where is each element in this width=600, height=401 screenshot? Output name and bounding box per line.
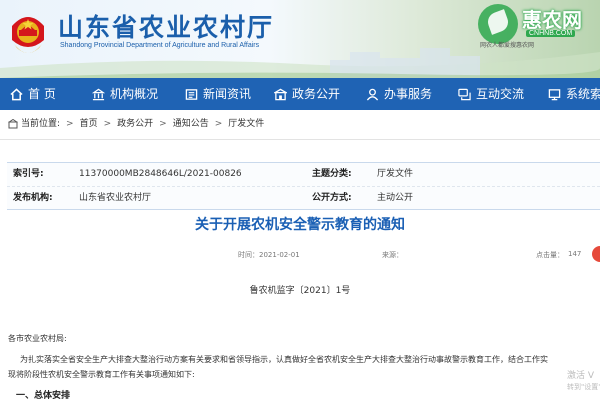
info-row: 索引号: 11370000MB2848646L/2021-00826 主题分类:… <box>7 163 600 186</box>
site-subtitle: Shandong Provincial Department of Agricu… <box>60 42 260 49</box>
watermark-logo: 惠农网 CNHNB.COM 网农人都爱搜惠农网 <box>478 2 600 49</box>
gov-affairs-icon <box>274 88 287 100</box>
watermark-tagline: 网农人都爱搜惠农网 <box>480 42 535 49</box>
publisher-value: 山东省农业农村厅 <box>79 193 152 203</box>
breadcrumb-link-dept-documents[interactable]: 厅发文件 <box>228 116 264 132</box>
nav-item-home[interactable]: 首 页 <box>10 78 56 110</box>
index-number-key: 索引号: <box>13 169 44 179</box>
document-info-table: 索引号: 11370000MB2848646L/2021-00826 主题分类:… <box>7 162 600 210</box>
nav-label: 首 页 <box>28 87 56 101</box>
info-row: 发布机构: 山东省农业农村厅 公开方式: 主动公开 <box>7 186 600 210</box>
location-icon <box>8 119 18 129</box>
nav-label: 新闻资讯 <box>203 87 252 101</box>
home-icon <box>10 87 23 100</box>
body-paragraph-line: 为扎实落实全省安全生产大排查大整治行动方案有关要求和省领导指示，认真做好全省农机… <box>20 355 548 364</box>
nav-item-news[interactable]: 新闻资讯 <box>185 78 251 110</box>
document-number: 鲁农机监字〔2021〕1号 <box>249 286 351 296</box>
article-views-label: 点击量： <box>536 251 564 259</box>
disclosure-method-value: 主动公开 <box>377 193 414 203</box>
breadcrumb: 当前位置: > 首页 > 政务公开 > 通知公告 > 厅发文件 <box>8 116 264 132</box>
disclosure-method-key: 公开方式: <box>312 193 352 203</box>
watermark-brand: 惠农网 <box>522 8 582 32</box>
breadcrumb-link-notices[interactable]: 通知公告 <box>173 116 209 132</box>
nav-label: 政务公开 <box>292 87 341 101</box>
article-date: 时间：2021-02-01 <box>238 251 300 259</box>
recipient-line: 各市农业农村局: <box>8 334 67 343</box>
breadcrumb-separator: > <box>66 119 74 129</box>
activation-watermark: 激活 V <box>567 371 595 381</box>
activation-watermark: 转到"设置" <box>567 383 600 391</box>
index-number-value: 11370000MB2848646L/2021-00826 <box>79 169 242 179</box>
nav-item-gov-affairs[interactable]: 政务公开 <box>274 78 340 110</box>
section-heading: 一、总体安排 <box>16 391 71 401</box>
nav-label: 机构概况 <box>110 87 159 101</box>
breadcrumb-separator: > <box>103 119 112 129</box>
breadcrumb-separator: > <box>159 119 167 129</box>
publisher-key: 发布机构: <box>13 193 53 203</box>
breadcrumb-divider <box>0 139 600 140</box>
breadcrumb-link-gov-affairs[interactable]: 政务公开 <box>117 116 153 132</box>
article-views: 147 <box>568 250 582 258</box>
topic-category-key: 主题分类: <box>312 169 352 179</box>
breadcrumb-label: 当前位置: <box>21 119 61 129</box>
news-icon <box>185 88 198 100</box>
site-title: 山东省农业农村厅 <box>58 13 275 42</box>
nav-label: 办事服务 <box>384 87 433 101</box>
article-source: 来源： <box>382 251 403 259</box>
article-title: 关于开展农机安全警示教育的通知 <box>195 217 405 233</box>
nav-label: 互动交流 <box>476 87 525 101</box>
notification-badge[interactable] <box>592 246 600 262</box>
breadcrumb-separator: > <box>214 119 223 129</box>
nav-item-institution[interactable]: 机构概况 <box>92 78 158 110</box>
institution-icon <box>92 88 105 100</box>
topic-category-value: 厅发文件 <box>377 169 414 179</box>
body-paragraph-line: 现将阶段性农机安全警示教育工作有关事项通知如下: <box>8 370 195 379</box>
site-header: 山东省农业农村厅 Shandong Provincial Department … <box>0 0 600 78</box>
watermark-domain: CNHNB.COM <box>526 30 576 37</box>
national-emblem-icon <box>12 17 44 53</box>
system-icon <box>548 88 561 100</box>
nav-item-system[interactable]: 系统索 <box>548 78 600 110</box>
service-icon <box>366 88 379 100</box>
interaction-icon <box>458 88 471 100</box>
nav-item-interaction[interactable]: 互动交流 <box>458 78 524 110</box>
nav-item-service[interactable]: 办事服务 <box>366 78 432 110</box>
nav-label: 系统索 <box>566 87 600 101</box>
breadcrumb-link-home[interactable]: 首页 <box>80 116 98 132</box>
main-nav: 首 页 机构概况 新闻资讯 政务公开 办事服务 互动交流 系统索 <box>0 78 600 110</box>
